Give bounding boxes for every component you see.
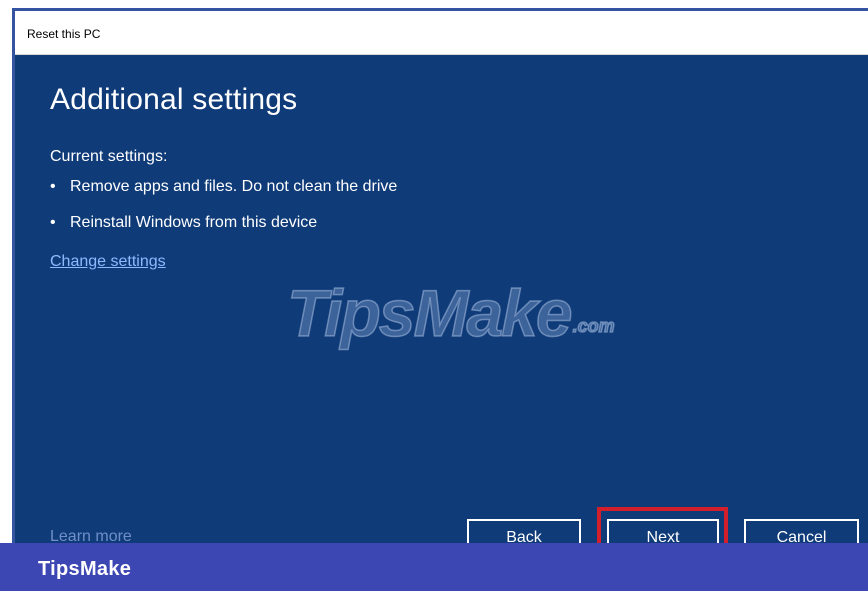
page-title: Additional settings [50,83,298,116]
footer-brand-text: TipsMake [38,558,132,580]
list-item: • Reinstall Windows from this device [50,213,397,249]
bullet-icon: • [50,178,56,195]
dialog-content: Additional settings Current settings: • … [15,55,868,543]
window-title: Reset this PC [27,27,101,41]
watermark-suffix: .com [572,315,616,337]
current-settings-label: Current settings: [50,148,168,165]
list-item-text: Remove apps and files. Do not clean the … [70,178,398,195]
settings-list: • Remove apps and files. Do not clean th… [50,177,397,249]
reset-pc-dialog: Reset this PC Additional settings Curren… [12,8,868,543]
change-settings-link[interactable]: Change settings [50,253,166,271]
back-button[interactable]: Back [467,519,581,543]
watermark-logo: TipsMake .com [286,275,616,351]
learn-more-link[interactable]: Learn more [50,528,132,543]
watermark-text: TipsMake [286,275,573,351]
list-item: • Remove apps and files. Do not clean th… [50,177,397,213]
bullet-icon: • [50,214,56,231]
cancel-button[interactable]: Cancel [744,519,859,543]
next-button[interactable]: Next [607,519,719,543]
title-bar: Reset this PC [15,11,868,55]
screenshot-frame: Reset this PC Additional settings Curren… [0,0,868,591]
brand-footer: TipsMake [0,543,868,591]
list-item-text: Reinstall Windows from this device [70,214,318,231]
